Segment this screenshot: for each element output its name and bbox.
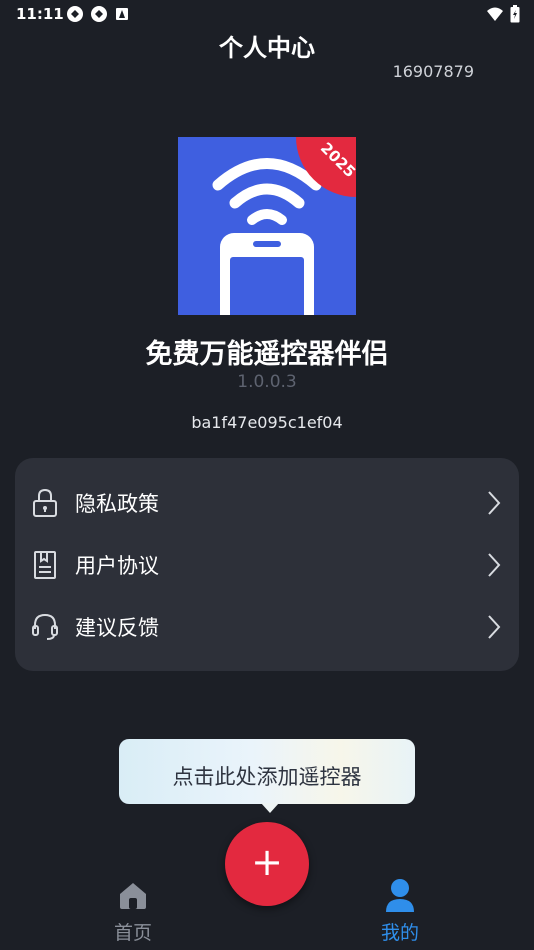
lock-icon: [33, 488, 57, 517]
user-id: 16907879: [392, 62, 474, 81]
menu-item-privacy-policy[interactable]: 隐私政策: [15, 474, 519, 532]
tooltip-arrow: [261, 803, 279, 813]
chevron-right-icon: [488, 615, 501, 639]
plus-icon: +: [251, 840, 283, 884]
app-logo: 2025: [178, 137, 356, 315]
menu-label: 隐私政策: [75, 492, 159, 516]
settings-menu: 隐私政策 用户协议 建议反馈: [15, 458, 519, 671]
document-icon: [34, 551, 56, 579]
tooltip-text: 点击此处添加遥控器: [172, 765, 362, 789]
add-remote-tooltip[interactable]: 点击此处添加遥控器: [119, 739, 415, 813]
menu-item-feedback[interactable]: 建议反馈: [15, 598, 519, 656]
menu-item-user-agreement[interactable]: 用户协议: [15, 536, 519, 594]
chevron-right-icon: [488, 491, 501, 515]
status-bar: 11:11: [0, 0, 534, 28]
page-title: 个人中心: [219, 34, 315, 62]
app-notification-icon: [116, 8, 128, 20]
app-name: 免费万能遥控器伴侣: [145, 339, 389, 370]
sync-icon: [67, 6, 83, 22]
nav-label: 首页: [113, 922, 152, 944]
menu-label: 建议反馈: [75, 616, 159, 640]
system-icons: [486, 5, 520, 23]
wifi-icon: [487, 7, 503, 21]
app-version: 1.0.0.3: [237, 372, 297, 392]
headset-icon: [32, 613, 58, 640]
status-time: 11:11: [16, 5, 64, 23]
device-id: ba1f47e095c1ef04: [191, 413, 343, 432]
home-icon: [120, 883, 146, 909]
battery-icon: [510, 5, 520, 23]
chevron-right-icon: [488, 553, 501, 577]
notification-icons: [66, 5, 130, 23]
user-icon: [386, 879, 414, 912]
add-remote-button[interactable]: +: [225, 822, 309, 906]
sync-icon: [91, 6, 107, 22]
menu-label: 用户协议: [75, 554, 159, 578]
nav-label: 我的: [380, 922, 419, 944]
